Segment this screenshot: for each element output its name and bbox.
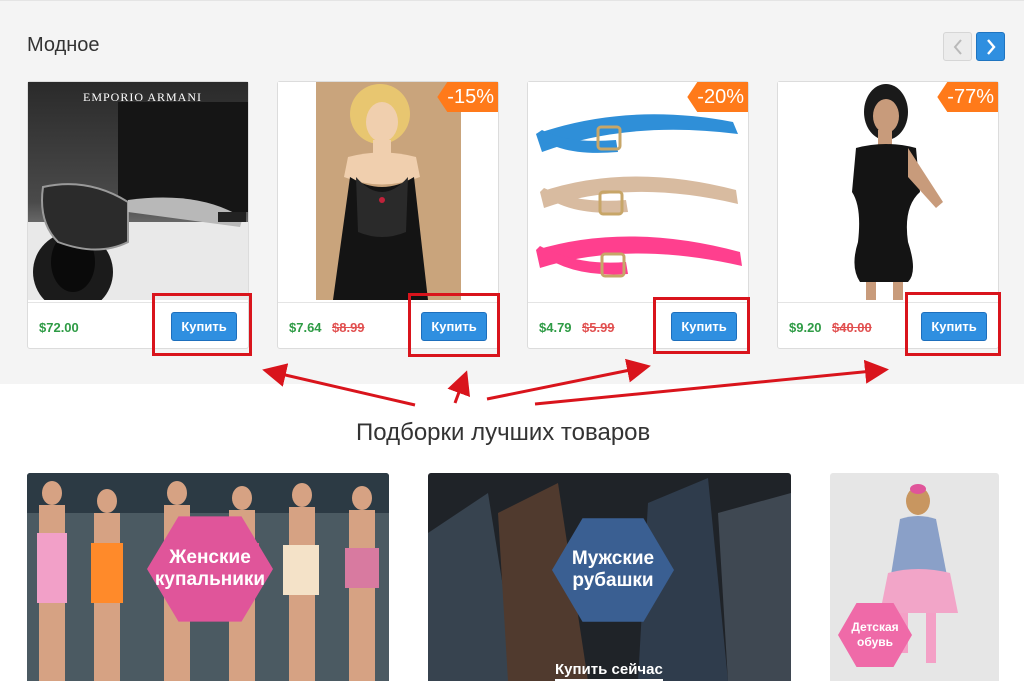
banner-title-line1: Мужские [571, 548, 655, 569]
banner-title-line2: обувь [856, 635, 893, 649]
banner-swimsuits[interactable]: Женские купальники [27, 473, 389, 681]
banner-title-line1: Женские [169, 547, 251, 568]
banner-shirts[interactable]: Мужские рубашки Купить сейчас [428, 473, 791, 681]
banner-cta[interactable]: Купить сейчас [555, 661, 663, 681]
banner-title-line2: купальники [154, 569, 266, 590]
annotation-caption: Подборки лучших товаров [356, 419, 651, 446]
banner-title-line2: рубашки [572, 570, 654, 591]
banner-title-line1: Детская [851, 620, 899, 634]
banner-kids-shoes[interactable]: Детская обувь [830, 473, 999, 681]
